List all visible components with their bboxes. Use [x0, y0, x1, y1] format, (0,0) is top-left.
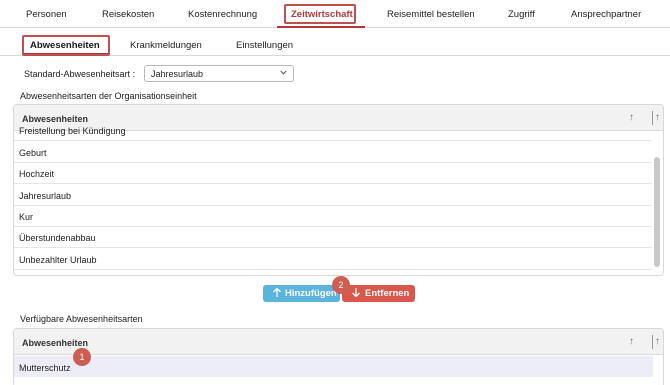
arrow-down-icon	[351, 287, 361, 301]
org-absences-table: Abwesenheiten ↑ ↑ Freistellung bei Kündi…	[13, 104, 664, 276]
tab-kostenrechnung[interactable]: Kostenrechnung	[188, 9, 257, 20]
remove-button[interactable]: Entfernen	[342, 285, 415, 302]
add-button-label: Hinzufügen	[285, 288, 337, 299]
row-label: Hochzeit	[19, 169, 55, 179]
row-label: Überstundenabbau	[19, 233, 96, 243]
column-divider	[652, 335, 653, 349]
table-row[interactable]: Unbezahlter Urlaub	[14, 249, 652, 270]
standard-absence-label: Standard-Abwesenheitsart :	[24, 69, 136, 79]
chevron-down-icon	[279, 68, 288, 79]
highlight-frame	[22, 35, 110, 56]
row-label: Geburt	[19, 148, 47, 158]
standard-absence-select[interactable]: Jahresurlaub	[144, 65, 294, 82]
active-tab-indicator	[277, 26, 365, 28]
subtab-einstellungen[interactable]: Einstellungen	[236, 40, 293, 51]
table-row[interactable]: Hochzeit	[14, 163, 652, 184]
available-absences-table: Abwesenheiten ↑ ↑ Mutterschutz	[13, 328, 664, 385]
table-row[interactable]: Freistellung bei Kündigung	[14, 120, 652, 141]
sort-icon[interactable]: ↑	[655, 112, 660, 123]
tab-reisekosten[interactable]: Reisekosten	[102, 9, 154, 20]
table-header: Abwesenheiten ↑ ↑	[14, 329, 663, 355]
add-button[interactable]: Hinzufügen	[263, 285, 340, 302]
row-label: Unbezahlter Urlaub	[19, 255, 97, 265]
table-row[interactable]: Jahresurlaub	[14, 185, 652, 206]
tab-personen[interactable]: Personen	[26, 9, 67, 20]
row-label: Freistellung bei Kündigung	[19, 126, 126, 136]
step-badge-1: 1	[73, 348, 91, 366]
row-label: Kur	[19, 212, 34, 222]
column-divider	[652, 111, 653, 125]
table-row[interactable]: Überstundenabbau	[14, 227, 652, 248]
tab-reisemittel-bestellen[interactable]: Reisemittel bestellen	[387, 9, 475, 20]
remove-button-label: Entfernen	[365, 288, 410, 299]
table-row[interactable]: Geburt	[14, 142, 652, 163]
tab-zugriff[interactable]: Zugriff	[508, 9, 535, 20]
org-absences-title: Abwesenheitsarten der Organisationseinhe…	[20, 91, 197, 101]
column-header-abwesenheiten: Abwesenheiten	[22, 338, 89, 348]
arrow-up-icon	[272, 287, 282, 301]
table-row[interactable]: Kur	[14, 206, 652, 227]
subtab-krankmeldungen[interactable]: Krankmeldungen	[130, 40, 202, 51]
row-label: Mutterschutz	[19, 363, 71, 373]
standard-absence-value: Jahresurlaub	[151, 69, 204, 79]
row-label: Jahresurlaub	[19, 191, 72, 201]
sort-icon[interactable]: ↑	[655, 336, 660, 347]
highlight-frame	[284, 4, 356, 24]
table-row[interactable]: Mutterschutz	[14, 356, 653, 377]
available-absences-title: Verfügbare Abwesenheitsarten	[20, 314, 143, 324]
step-badge-2: 2	[332, 276, 350, 294]
scrollbar[interactable]	[654, 157, 660, 267]
tab-ansprechpartner[interactable]: Ansprechpartner	[571, 9, 641, 20]
sort-asc-icon[interactable]: ↑	[629, 336, 634, 347]
